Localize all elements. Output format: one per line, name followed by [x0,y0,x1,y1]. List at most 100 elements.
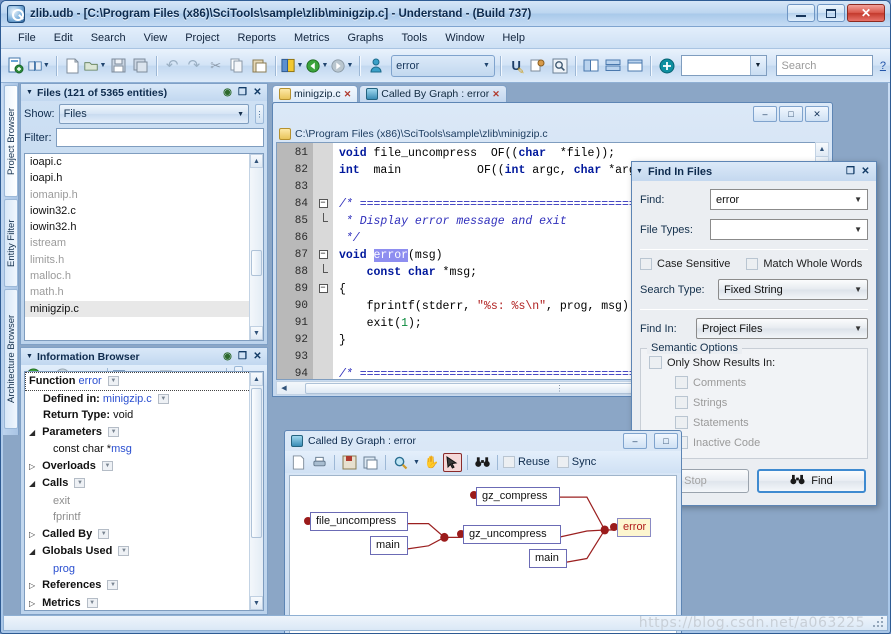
close-icon[interactable]: ✕ [859,165,872,178]
pan-hand-icon[interactable]: ✋ [422,453,441,472]
list-item[interactable]: iowin32.h [25,219,263,235]
globe-icon[interactable]: ◉ [221,86,234,99]
open-project-icon[interactable]: ▼ [27,54,51,78]
scroll-thumb[interactable] [251,388,262,538]
graph-node-main-2[interactable]: main [529,549,567,568]
close-icon[interactable]: ✕ [492,89,500,100]
information-browser-tree[interactable]: Function error ▼ Defined in: minigzip.c … [24,371,264,611]
files-listbox[interactable]: ioapi.c ioapi.h iomanip.h iowin32.c iowi… [24,153,264,341]
vtab-project-browser[interactable]: Project Browser [4,85,18,197]
filter-input[interactable] [55,128,264,147]
ib-row-call-exit[interactable]: exit [25,493,263,510]
menu-project[interactable]: Project [176,29,228,47]
tab-called-by-graph[interactable]: Called By Graph : error ✕ [359,85,507,102]
ib-row-references[interactable]: ▷ References ▼ [25,577,263,595]
split-horizontal-icon[interactable] [603,54,624,78]
dropdown-menu-icon[interactable]: ▼ [74,478,86,489]
dropdown-menu-icon[interactable]: ▼ [118,546,130,557]
list-item[interactable]: limits.h [25,252,263,268]
editor-close-button[interactable]: ✕ [805,106,829,122]
comments-checkbox-row[interactable]: Comments [675,376,859,389]
menu-file[interactable]: File [9,29,45,47]
export-graph-icon[interactable] [361,453,380,472]
graph-canvas[interactable]: file_uncompress main gz_compress gz_unco… [289,475,677,633]
dropdown-menu-icon[interactable]: ▼ [107,580,119,591]
strings-checkbox-row[interactable]: Strings [675,396,859,409]
scroll-up-icon[interactable]: ▲ [250,372,263,386]
triangle-open-icon[interactable]: ◢ [29,425,39,442]
chevron-down-icon[interactable]: ▼ [483,62,490,69]
close-icon[interactable]: ✕ [251,350,264,363]
ib-row-overloads[interactable]: ▷ Overloads ▼ [25,458,263,476]
fold-toggle-icon[interactable]: − [313,281,333,298]
show-dropdown[interactable]: Files ▼ [58,104,249,124]
list-item[interactable]: ioapi.h [25,170,263,186]
save-graph-icon[interactable] [340,453,359,472]
forward-icon[interactable]: ▼ [330,54,354,78]
search-type-select[interactable]: Fixed String ▼ [718,279,868,300]
dropdown-menu-icon[interactable]: ▼ [157,393,169,404]
dropdown-menu-icon[interactable]: ▼ [108,426,120,437]
graph-sync-checkbox[interactable] [556,456,569,468]
help-link[interactable]: ? [880,60,886,72]
save-icon[interactable] [108,54,129,78]
reuse-checkbox-row[interactable]: Reuse [502,456,550,468]
menu-help[interactable]: Help [493,29,534,47]
chevron-down-icon[interactable]: ▼ [347,62,354,69]
ib-row-parameter-msg[interactable]: const char *msg [25,441,263,458]
only-show-results-checkbox-row[interactable]: Only Show Results In: [649,356,859,369]
close-icon[interactable]: ✕ [344,89,352,100]
file-types-input[interactable]: ▼ [710,219,868,240]
new-file-icon[interactable] [62,54,83,78]
dropdown-menu-icon[interactable]: ▼ [98,528,110,539]
chevron-down-icon[interactable]: ▼ [237,111,244,118]
paste-icon[interactable] [249,54,270,78]
menu-view[interactable]: View [135,29,177,47]
triangle-closed-icon[interactable]: ▷ [29,459,39,476]
dropdown-menu-icon[interactable]: ▼ [86,597,98,608]
vtab-entity-filter[interactable]: Entity Filter [4,199,18,287]
triangle-open-icon[interactable]: ◢ [29,544,39,561]
chevron-down-icon[interactable]: ▼ [854,285,862,294]
scroll-up-icon[interactable]: ▲ [816,143,828,157]
split-vertical-icon[interactable] [581,54,602,78]
ib-row-value[interactable]: msg [111,443,132,455]
case-sensitive-checkbox-row[interactable]: Case Sensitive [640,258,730,270]
close-icon[interactable]: ✕ [251,86,264,99]
ib-row-calls[interactable]: ◢ Calls ▼ [25,475,263,493]
add-icon[interactable] [656,54,677,78]
scroll-down-icon[interactable]: ▼ [250,596,263,610]
ib-row-value[interactable]: minigzip.c [103,393,152,405]
files-list-scrollbar[interactable]: ▲ ▼ [249,154,263,340]
maximize-button[interactable] [817,4,845,22]
reuse-checkbox[interactable] [502,456,515,468]
match-whole-words-checkbox-row[interactable]: Match Whole Words [746,258,862,270]
code-line[interactable]: void file_uncompress OF((char *file)); [333,145,828,162]
information-browser-scrollbar[interactable]: ▲ ▼ [249,372,263,610]
ib-row-metrics[interactable]: ▷ Metrics ▼ [25,595,263,611]
ib-row-called-by[interactable]: ▷ Called By ▼ [25,526,263,544]
list-item[interactable]: istream [25,235,263,251]
list-item[interactable]: math.h [25,284,263,300]
copy-graph-icon[interactable] [289,453,308,472]
analyze-icon[interactable]: ▼ [280,54,304,78]
graph-sync-checkbox-row[interactable]: Sync [556,456,596,468]
print-graph-icon[interactable] [310,453,329,472]
redo-icon[interactable]: ↷ [184,54,205,78]
fold-toggle-icon[interactable]: − [313,247,333,264]
scroll-down-icon[interactable]: ▼ [250,326,263,340]
ib-row-value[interactable]: error [79,375,102,387]
menu-metrics[interactable]: Metrics [285,29,338,47]
triangle-closed-icon[interactable]: ▷ [29,596,39,611]
cut-icon[interactable]: ✂ [205,54,226,78]
graph-minimize-button[interactable]: – [623,433,647,449]
panel-grip[interactable]: ⋮ [255,104,264,124]
close-button[interactable]: ✕ [847,4,885,22]
comments-checkbox[interactable] [675,376,688,389]
new-project-icon[interactable] [5,54,26,78]
search-input[interactable]: Search [775,55,873,76]
scroll-thumb[interactable] [251,250,262,276]
list-item[interactable]: ioapi.c [25,154,263,170]
open-file-icon[interactable]: ▼ [83,54,107,78]
ib-row-call-fprintf[interactable]: fprintf [25,509,263,526]
